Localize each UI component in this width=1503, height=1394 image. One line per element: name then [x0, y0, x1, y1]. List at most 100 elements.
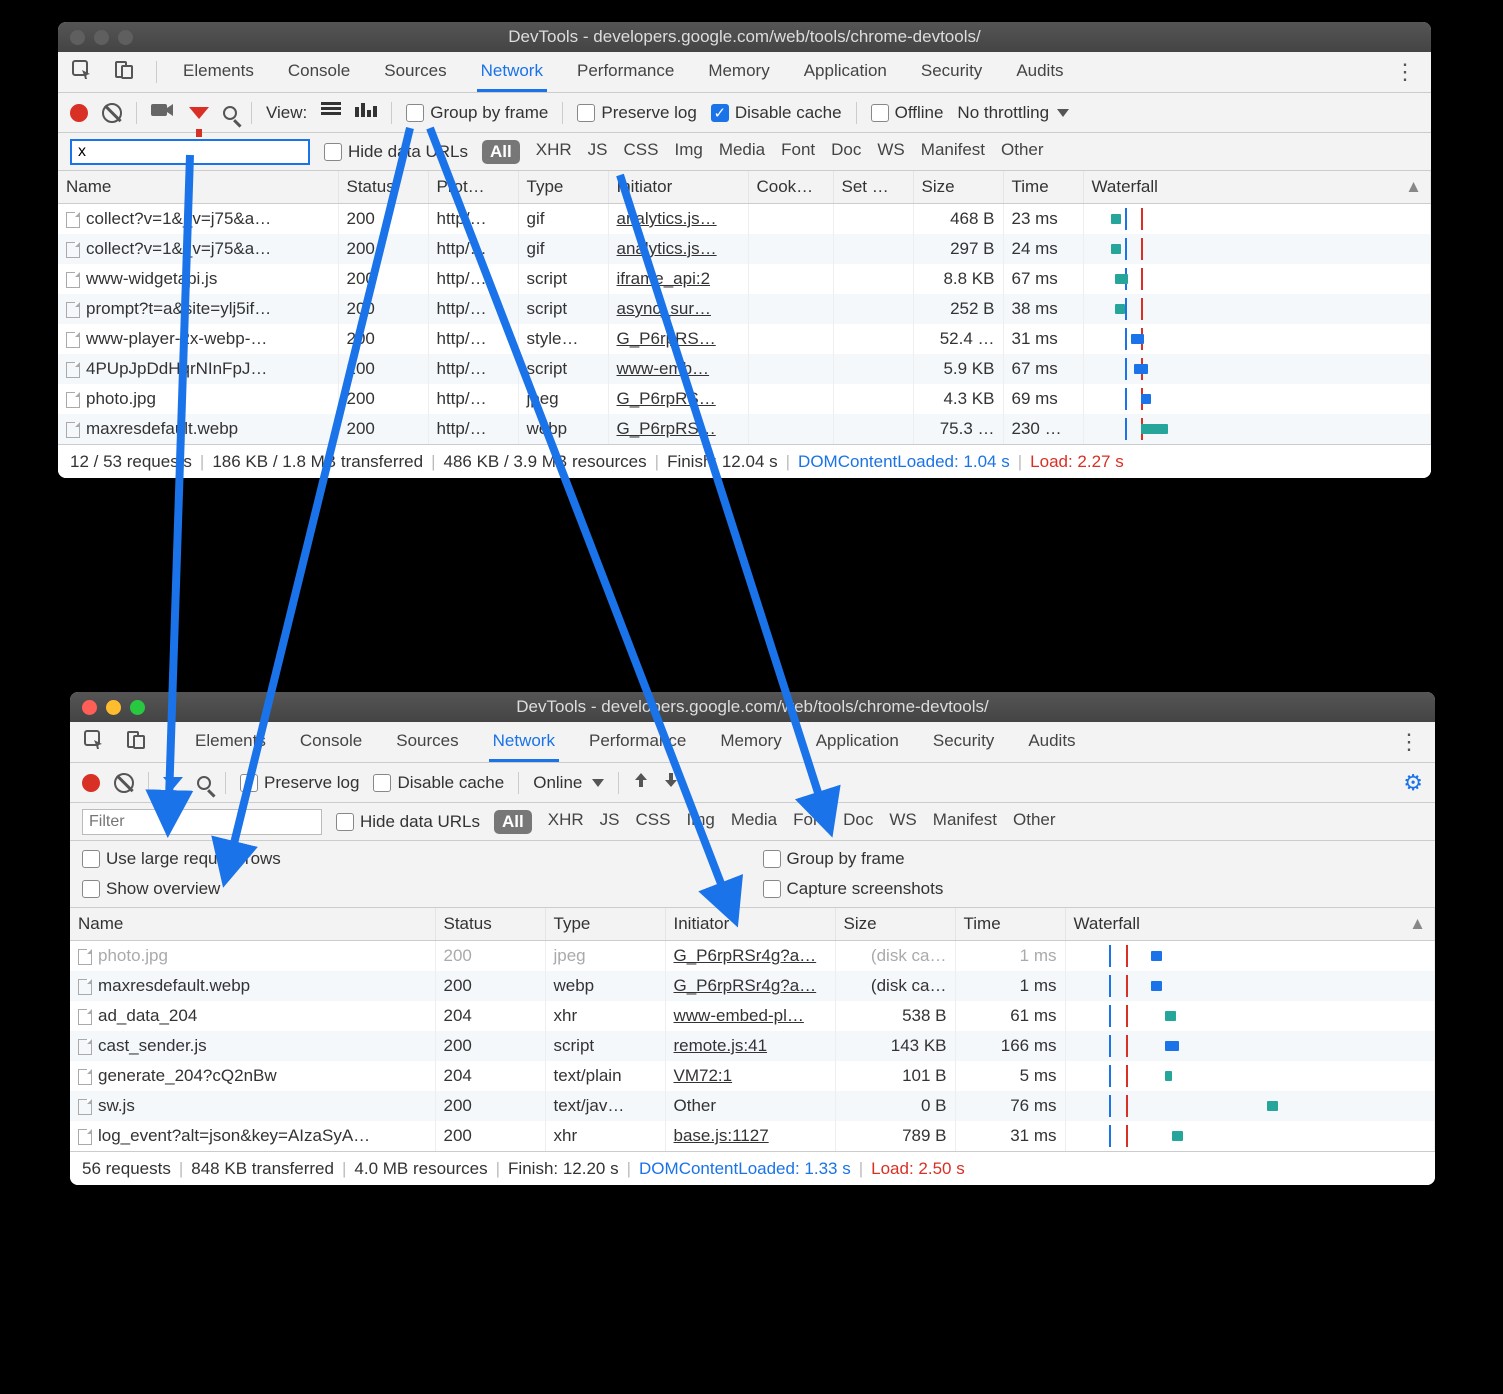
table-row[interactable]: ad_data_204204xhrwww-embed-pl…538 B61 ms: [70, 1001, 1435, 1031]
col-type[interactable]: Type: [545, 908, 665, 941]
preserve-log-checkbox[interactable]: Preserve log: [577, 103, 696, 123]
col-cook[interactable]: Cook…: [748, 171, 833, 204]
tab-console[interactable]: Console: [284, 53, 354, 92]
capture-screenshots-checkbox[interactable]: Capture screenshots: [763, 879, 1424, 899]
table-row[interactable]: prompt?t=a&site=ylj5if…200http/…scriptas…: [58, 294, 1431, 324]
camera-icon[interactable]: [151, 102, 175, 123]
minimize-icon[interactable]: [94, 30, 109, 45]
more-icon[interactable]: ⋮: [1398, 729, 1421, 755]
overview-icon[interactable]: [355, 102, 377, 123]
filter-type-js[interactable]: JS: [600, 810, 620, 834]
filter-type-media[interactable]: Media: [731, 810, 777, 834]
inspect-icon[interactable]: [72, 60, 92, 85]
table-row[interactable]: maxresdefault.webp200webpG_P6rpRSr4g?a…(…: [70, 971, 1435, 1001]
record-icon[interactable]: [82, 774, 100, 792]
col-type[interactable]: Type: [518, 171, 608, 204]
filter-type-doc[interactable]: Doc: [831, 140, 861, 164]
disable-cache-checkbox[interactable]: Disable cache: [373, 773, 504, 793]
show-overview-checkbox[interactable]: Show overview: [82, 879, 743, 899]
more-icon[interactable]: ⋮: [1394, 59, 1417, 85]
table-row[interactable]: log_event?alt=json&key=AIzaSyA…200xhrbas…: [70, 1121, 1435, 1151]
tab-memory[interactable]: Memory: [704, 53, 773, 92]
filter-type-font[interactable]: Font: [793, 810, 827, 834]
tab-elements[interactable]: Elements: [179, 53, 258, 92]
minimize-icon[interactable]: [106, 700, 121, 715]
clear-icon[interactable]: [102, 103, 122, 123]
filter-type-doc[interactable]: Doc: [843, 810, 873, 834]
col-size[interactable]: Size: [835, 908, 955, 941]
filter-type-font[interactable]: Font: [781, 140, 815, 164]
inspect-icon[interactable]: [84, 730, 104, 755]
filter-type-css[interactable]: CSS: [636, 810, 671, 834]
tab-network[interactable]: Network: [477, 53, 547, 92]
large-rows-checkbox[interactable]: Use large request rows: [82, 849, 743, 869]
filter-type-img[interactable]: Img: [674, 140, 702, 164]
large-rows-icon[interactable]: [321, 102, 341, 123]
zoom-icon[interactable]: [130, 700, 145, 715]
group-by-frame-checkbox[interactable]: Group by frame: [406, 103, 548, 123]
tab-performance[interactable]: Performance: [585, 723, 690, 762]
col-name[interactable]: Name: [70, 908, 435, 941]
filter-type-img[interactable]: Img: [686, 810, 714, 834]
table-row[interactable]: photo.jpg200http/…jpegG_P6rpRS…4.3 KB69 …: [58, 384, 1431, 414]
col-status[interactable]: Status: [435, 908, 545, 941]
tab-audits[interactable]: Audits: [1024, 723, 1079, 762]
download-icon[interactable]: [663, 771, 679, 794]
table-row[interactable]: sw.js200text/jav…Other0 B76 ms: [70, 1091, 1435, 1121]
close-icon[interactable]: [82, 700, 97, 715]
search-icon[interactable]: [197, 776, 211, 790]
device-toggle-icon[interactable]: [126, 730, 146, 755]
filter-type-ws[interactable]: WS: [889, 810, 916, 834]
record-icon[interactable]: [70, 104, 88, 122]
col-name[interactable]: Name: [58, 171, 338, 204]
col-initiator[interactable]: Initiator: [608, 171, 748, 204]
filter-icon[interactable]: [189, 107, 209, 119]
filter-type-other[interactable]: Other: [1013, 810, 1056, 834]
hide-data-urls-checkbox[interactable]: Hide data URLs: [336, 812, 480, 832]
tab-console[interactable]: Console: [296, 723, 366, 762]
filter-icon[interactable]: [163, 777, 183, 789]
table-row[interactable]: 4PUpJpDdHqrNInFpJ…200http/…scriptwww-emb…: [58, 354, 1431, 384]
filter-type-other[interactable]: Other: [1001, 140, 1044, 164]
col-waterfall[interactable]: Waterfall ▲: [1065, 908, 1435, 941]
table-row[interactable]: maxresdefault.webp200http/…webpG_P6rpRS……: [58, 414, 1431, 444]
tab-performance[interactable]: Performance: [573, 53, 678, 92]
filter-type-all[interactable]: All: [494, 810, 532, 834]
col-status[interactable]: Status: [338, 171, 428, 204]
search-icon[interactable]: [223, 106, 237, 120]
tab-sources[interactable]: Sources: [392, 723, 462, 762]
filter-type-xhr[interactable]: XHR: [548, 810, 584, 834]
zoom-icon[interactable]: [118, 30, 133, 45]
col-set[interactable]: Set …: [833, 171, 913, 204]
tab-elements[interactable]: Elements: [191, 723, 270, 762]
col-waterfall[interactable]: Waterfall ▲: [1083, 171, 1431, 204]
table-row[interactable]: photo.jpg200jpegG_P6rpRSr4g?a…(disk ca…1…: [70, 941, 1435, 972]
tab-security[interactable]: Security: [917, 53, 986, 92]
col-size[interactable]: Size: [913, 171, 1003, 204]
table-row[interactable]: www-player-2x-webp-…200http/…style…G_P6r…: [58, 324, 1431, 354]
table-row[interactable]: cast_sender.js200scriptremote.js:41143 K…: [70, 1031, 1435, 1061]
clear-icon[interactable]: [114, 773, 134, 793]
filter-type-css[interactable]: CSS: [624, 140, 659, 164]
upload-icon[interactable]: [633, 771, 649, 794]
group-by-frame-checkbox[interactable]: Group by frame: [763, 849, 1424, 869]
filter-type-media[interactable]: Media: [719, 140, 765, 164]
hide-data-urls-checkbox[interactable]: Hide data URLs: [324, 142, 468, 162]
tab-application[interactable]: Application: [812, 723, 903, 762]
throttling-select[interactable]: No throttling: [957, 103, 1069, 123]
tab-sources[interactable]: Sources: [380, 53, 450, 92]
tab-audits[interactable]: Audits: [1012, 53, 1067, 92]
table-row[interactable]: collect?v=1&_v=j75&a…200http/…gifanalyti…: [58, 234, 1431, 264]
disable-cache-checkbox[interactable]: ✓Disable cache: [711, 103, 842, 123]
preserve-log-checkbox[interactable]: Preserve log: [240, 773, 359, 793]
gear-icon[interactable]: ⚙: [1403, 770, 1423, 796]
filter-input[interactable]: [82, 809, 322, 835]
tab-network[interactable]: Network: [489, 723, 559, 762]
filter-type-manifest[interactable]: Manifest: [933, 810, 997, 834]
filter-type-manifest[interactable]: Manifest: [921, 140, 985, 164]
col-initiator[interactable]: Initiator: [665, 908, 835, 941]
table-row[interactable]: collect?v=1&_v=j75&a…200http/…gifanalyti…: [58, 204, 1431, 235]
online-select[interactable]: Online: [533, 773, 604, 793]
offline-checkbox[interactable]: Offline: [871, 103, 944, 123]
table-row[interactable]: www-widgetapi.js200http/…scriptiframe_ap…: [58, 264, 1431, 294]
